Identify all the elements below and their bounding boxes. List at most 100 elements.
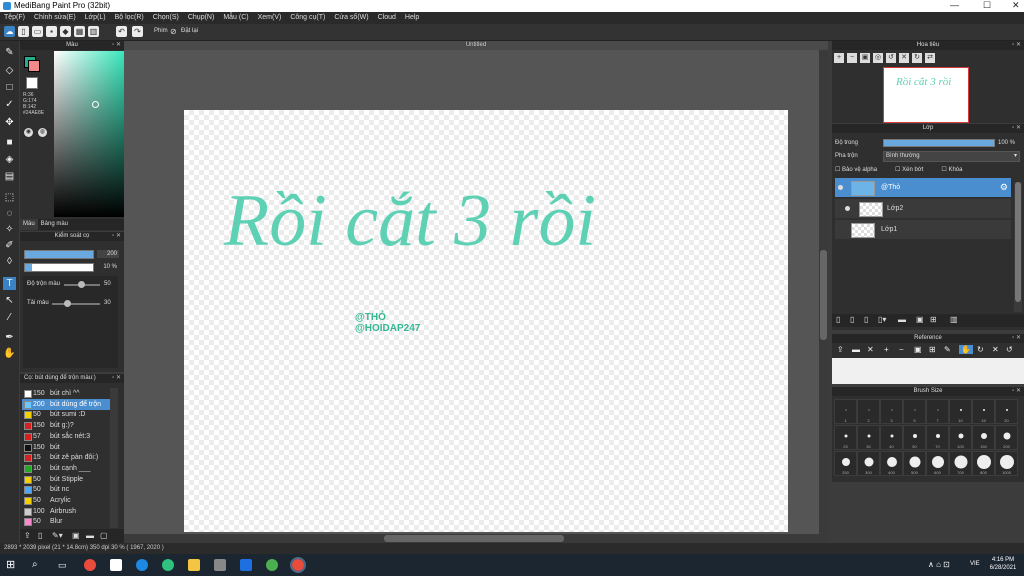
- eyedropper-tool-icon[interactable]: ⁄: [3, 311, 16, 324]
- brush-item[interactable]: 50 bút nc: [22, 484, 110, 495]
- clock[interactable]: 4:16 PM 6/28/2021: [985, 556, 1021, 572]
- select-tool-icon[interactable]: ⬚: [3, 191, 16, 204]
- menu-select[interactable]: Chọn(S): [153, 12, 179, 24]
- text-tool-icon[interactable]: T: [3, 277, 16, 290]
- ref-open-icon[interactable]: ▬: [852, 345, 860, 354]
- brush-item[interactable]: 50 bút Stipple: [22, 474, 110, 485]
- brush-item[interactable]: 200 bút dùng để trộn: [22, 398, 110, 410]
- brush-size-preset[interactable]: 100: [949, 425, 972, 450]
- brush-size-bar[interactable]: [24, 250, 94, 259]
- brush-size-preset[interactable]: 150: [972, 425, 995, 450]
- fit-icon[interactable]: ◎: [873, 53, 883, 63]
- panel-icon[interactable]: ▥: [88, 26, 99, 37]
- ref-pick-color-icon[interactable]: ✎: [944, 345, 951, 354]
- protect-alpha-checkbox[interactable]: ☐ Bảo vệ alpha: [835, 166, 877, 173]
- prohibit-icon[interactable]: ⊘: [170, 27, 177, 36]
- menu-layer[interactable]: Lớp(L): [85, 12, 106, 24]
- layer-row-1[interactable]: Lớp1: [835, 220, 1011, 239]
- chrome-active-icon[interactable]: [290, 557, 306, 573]
- settings-gear-icon[interactable]: ⚙: [1000, 178, 1008, 197]
- move-tool-icon[interactable]: ✥: [3, 116, 16, 129]
- menu-cloud[interactable]: Cloud: [378, 12, 396, 24]
- tray-icons[interactable]: ∧ ⌂ ⊡: [928, 560, 950, 569]
- brush-size-preset[interactable]: 30: [857, 425, 880, 450]
- layer-row-tho[interactable]: @Thỏ ⚙: [835, 178, 1011, 197]
- brush-size-preset[interactable]: 700: [949, 451, 972, 476]
- zalo-icon[interactable]: [240, 559, 252, 571]
- brush-size-preset[interactable]: 40: [880, 425, 903, 450]
- canvas-paper[interactable]: Rồi cắt 3 rồi @THỎ @HOIDAP247: [184, 110, 788, 532]
- brush-item[interactable]: 50 Blur: [22, 516, 110, 527]
- close-button[interactable]: ✕: [1012, 0, 1020, 11]
- menu-template[interactable]: Mẫu (C): [223, 12, 248, 24]
- fit-window-icon[interactable]: ✕: [899, 53, 909, 63]
- hand-tool-icon[interactable]: ✋: [3, 347, 16, 360]
- rect-tool-icon[interactable]: □: [3, 81, 16, 94]
- actual-size-icon[interactable]: ▣: [860, 53, 870, 63]
- ref-zoom-out-icon[interactable]: −: [899, 345, 904, 354]
- rotate-right-icon[interactable]: ↻: [912, 53, 922, 63]
- layer-blend-select[interactable]: Bình thường ▾: [883, 151, 1020, 162]
- brush-size-preset[interactable]: 300: [857, 451, 880, 476]
- brush-item[interactable]: 50 bút sumi :D: [22, 409, 110, 420]
- brush-list-scrollbar[interactable]: [110, 388, 118, 528]
- reload-slider-knob[interactable]: [64, 300, 71, 307]
- brush-size-preset[interactable]: 50: [903, 425, 926, 450]
- operation-tool-icon[interactable]: ↖: [3, 294, 16, 307]
- transparent-color-swatch[interactable]: [26, 77, 38, 89]
- brush-size-preset[interactable]: 600: [926, 451, 949, 476]
- brush-size-preset[interactable]: 5: [903, 399, 926, 424]
- app-green-icon[interactable]: [266, 559, 278, 571]
- new-8bit-layer-icon[interactable]: ▯: [864, 315, 868, 324]
- brush-tool-icon[interactable]: ✎: [3, 46, 16, 59]
- canvas-vertical-scrollbar[interactable]: [819, 50, 828, 534]
- check-tool-icon[interactable]: ✓: [3, 98, 16, 111]
- brush-item[interactable]: 57 bút sắc nét:3: [22, 431, 110, 442]
- duplicate-layer-icon[interactable]: ▣: [916, 315, 924, 324]
- file-explorer-icon[interactable]: [188, 559, 200, 571]
- brush-size-value[interactable]: 200: [97, 250, 119, 258]
- brush-item[interactable]: 50 Acrylic: [22, 495, 110, 506]
- layer-scrollbar[interactable]: [1014, 182, 1022, 312]
- zoom-out-icon[interactable]: −: [847, 53, 857, 63]
- brush-item[interactable]: 150 bút chì ^^: [22, 388, 110, 399]
- layer-folder-icon[interactable]: ▬: [898, 315, 906, 324]
- language-indicator[interactable]: VIE: [970, 561, 980, 567]
- open-icon[interactable]: ▭: [32, 26, 43, 37]
- brush-item[interactable]: 150 bút g:)?: [22, 420, 110, 431]
- clip-checkbox[interactable]: ☐ Xén bớt: [895, 166, 923, 173]
- ref-fit-icon[interactable]: ⊞: [929, 345, 936, 354]
- new-file-icon[interactable]: ▯: [18, 26, 29, 37]
- grid-icon[interactable]: ▦: [74, 26, 85, 37]
- ref-actual-size-icon[interactable]: ▣: [914, 345, 922, 354]
- chrome-icon[interactable]: [84, 559, 96, 571]
- brush-opacity-bar[interactable]: [24, 263, 94, 272]
- brush-size-preset[interactable]: 200: [995, 425, 1018, 450]
- brush-size-preset[interactable]: 1: [834, 399, 857, 424]
- palette-icon[interactable]: ◍: [38, 128, 47, 137]
- brush-size-preset[interactable]: 2: [857, 399, 880, 424]
- cloud-icon[interactable]: ☁: [4, 26, 15, 37]
- fill-rect-tool-icon[interactable]: ■: [3, 136, 16, 149]
- visibility-icon[interactable]: [838, 185, 843, 190]
- new-halftone-layer-icon[interactable]: ▯: [850, 315, 854, 324]
- zoom-in-icon[interactable]: +: [834, 53, 844, 63]
- rotate-left-icon[interactable]: ↺: [886, 53, 896, 63]
- menu-snap[interactable]: Chụp(N): [188, 12, 214, 24]
- brush-opacity-value[interactable]: 10 %: [97, 263, 117, 271]
- ref-zoom-in-icon[interactable]: +: [884, 345, 889, 354]
- menu-filter[interactable]: Bộ lọc(R): [115, 12, 144, 24]
- tab-palette[interactable]: Bảng màu: [38, 219, 71, 230]
- brush-size-preset[interactable]: 20: [995, 399, 1018, 424]
- brush-size-preset[interactable]: 10: [949, 399, 972, 424]
- eyedropper-icon[interactable]: ◉: [24, 128, 33, 137]
- start-icon[interactable]: ⊞: [6, 559, 18, 571]
- visibility-icon[interactable]: [845, 206, 850, 211]
- select-eraser-icon[interactable]: ◊: [3, 255, 16, 268]
- ref-rotate-right-icon[interactable]: ↺: [1006, 345, 1013, 354]
- new-brush-icon[interactable]: ▯: [38, 531, 42, 540]
- upload-icon[interactable]: ⇪: [24, 531, 31, 540]
- ref-upload-icon[interactable]: ⇪: [837, 345, 844, 354]
- magic-wand-icon[interactable]: ✧: [3, 223, 16, 236]
- new-layer-icon[interactable]: ▯: [836, 315, 840, 324]
